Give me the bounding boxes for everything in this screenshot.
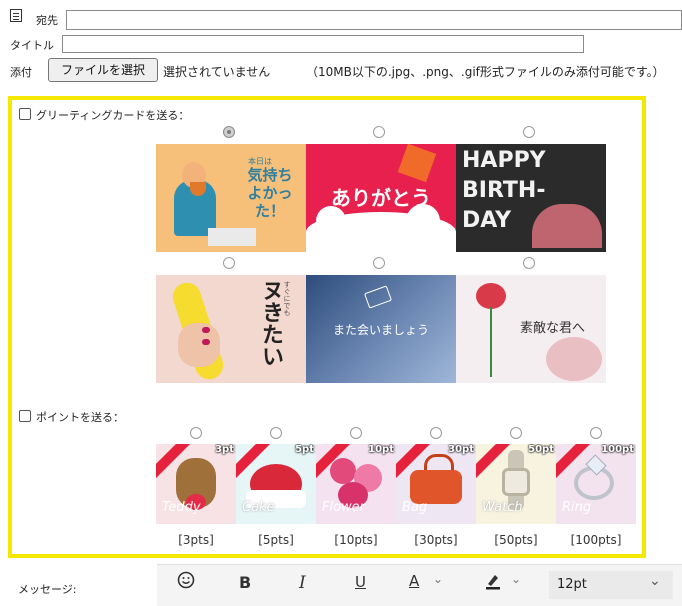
chevron-down-icon: ⌄	[433, 572, 444, 586]
recipient-icon	[10, 9, 22, 22]
points-radio-3[interactable]	[350, 427, 362, 439]
gift-label-3: [3pts]	[178, 533, 214, 547]
font-color-button[interactable]: A ⌄	[409, 572, 443, 590]
gift-bag[interactable]: Bag 30pt	[396, 444, 476, 524]
gift-bag-badge: 30pt	[448, 444, 474, 455]
bold-button[interactable]: B	[239, 573, 251, 592]
points-radio-1[interactable]	[190, 427, 202, 439]
card-1-text: 気持ち よかった！	[247, 166, 293, 220]
highlighter-icon	[486, 575, 500, 590]
greeting-card-1[interactable]: 本日は 気持ち よかった！	[156, 144, 306, 252]
gift-label-10: [10pts]	[334, 533, 378, 547]
gift-watch[interactable]: Watch 50pt	[476, 444, 556, 524]
points-radio-5[interactable]	[510, 427, 522, 439]
greeting-label: グリーティングカードを送る：	[36, 109, 190, 122]
gift-flower-badge: 10pt	[368, 444, 394, 455]
gift-watch-script: Watch	[482, 500, 523, 515]
card-radio-6[interactable]	[523, 257, 535, 269]
points-checkbox[interactable]	[19, 410, 31, 422]
font-size-select[interactable]: 12pt ⌄	[549, 571, 673, 599]
points-radio-4[interactable]	[430, 427, 442, 439]
font-size-value: 12pt	[557, 577, 587, 592]
attach-label: 添付	[10, 66, 32, 79]
greeting-card-2[interactable]: ありがとう	[306, 144, 456, 252]
emoji-icon	[177, 571, 195, 589]
gift-label-50: [50pts]	[494, 533, 538, 547]
file-note: （10MB以下の.jpg、.png、.gif形式ファイルのみ添付可能です。）	[306, 65, 665, 79]
emoji-button[interactable]	[177, 571, 195, 593]
greeting-checkbox[interactable]	[19, 108, 31, 120]
highlight-button[interactable]: ⌄	[483, 571, 521, 595]
chevron-down-icon: ⌄	[649, 573, 661, 589]
gift-flower[interactable]: Flower 10pt	[316, 444, 396, 524]
card-radio-1[interactable]	[223, 126, 235, 138]
card-4-text: ヌきたい	[258, 279, 283, 367]
gift-bag-script: Bag	[402, 500, 428, 515]
greeting-card-4[interactable]: すぐにでも ヌきたい	[156, 275, 306, 383]
title-input[interactable]	[62, 35, 584, 53]
gift-cake[interactable]: Cake 5pt	[236, 444, 316, 524]
to-label: 宛先	[36, 14, 58, 27]
message-label: メッセージ:	[18, 583, 77, 596]
title-label: タイトル	[10, 39, 54, 52]
card-3-text: HAPPY BIRTH- DAY	[462, 148, 546, 233]
gift-flower-script: Flower	[322, 500, 366, 515]
underline-button[interactable]: U	[355, 573, 366, 591]
card-2-text: ありがとう	[331, 186, 431, 210]
points-radio-6[interactable]	[590, 427, 602, 439]
gift-cake-badge: 5pt	[295, 444, 314, 455]
card-6-text: 素敵な君へ	[520, 321, 586, 336]
gift-label-5: [5pts]	[258, 533, 294, 547]
gift-label-100: [100pts]	[570, 533, 622, 547]
card-radio-2[interactable]	[373, 126, 385, 138]
choose-file-button[interactable]: ファイルを選択	[48, 58, 158, 82]
to-input[interactable]	[66, 10, 682, 30]
font-color-letter: A	[409, 572, 420, 590]
gift-ring-script: Ring	[562, 500, 592, 515]
gift-ring-badge: 100pt	[601, 444, 634, 455]
gift-teddy-script: Teddy	[162, 500, 201, 515]
card-5-text: また会いましょう	[332, 323, 429, 337]
gift-ring[interactable]: Ring 100pt	[556, 444, 636, 524]
card-radio-5[interactable]	[373, 257, 385, 269]
gift-watch-badge: 50pt	[528, 444, 554, 455]
greeting-card-6[interactable]: 素敵な君へ	[456, 275, 606, 383]
card-radio-3[interactable]	[523, 126, 535, 138]
gift-teddy[interactable]: Teddy 3pt	[156, 444, 236, 524]
chevron-down-icon: ⌄	[511, 572, 522, 586]
gift-label-30: [30pts]	[414, 533, 458, 547]
italic-button[interactable]: I	[299, 573, 306, 593]
points-label: ポイントを送る：	[36, 411, 124, 424]
greeting-card-5[interactable]: また会いましょう	[306, 275, 456, 383]
greeting-card-3[interactable]: HAPPY BIRTH- DAY	[456, 144, 606, 252]
gift-cake-script: Cake	[242, 500, 275, 515]
editor-toolbar: B I U A ⌄ ⌄ 12pt ⌄	[157, 564, 682, 606]
gift-teddy-badge: 3pt	[215, 444, 234, 455]
card-radio-4[interactable]	[223, 257, 235, 269]
file-status: 選択されていません	[163, 65, 271, 79]
points-radio-2[interactable]	[270, 427, 282, 439]
